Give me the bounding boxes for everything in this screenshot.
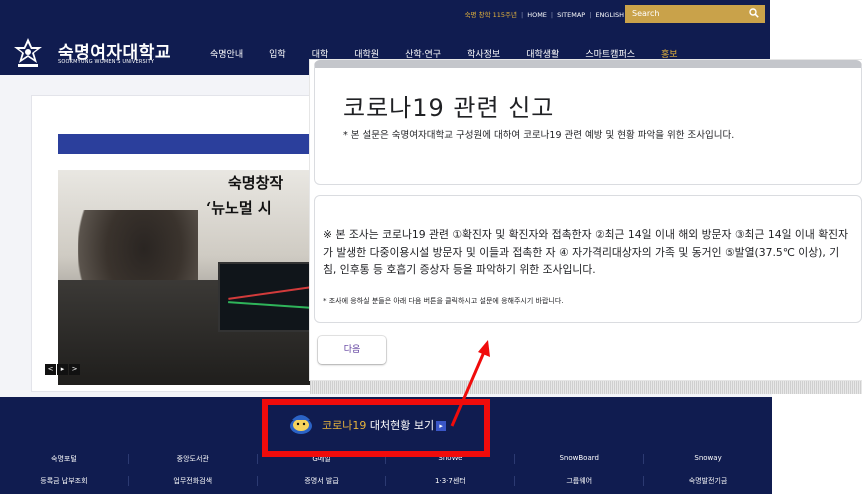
form-notice-card: ※ 본 조사는 코로나19 관련 ①확진자 및 확진자와 접촉한자 ②최근 14… [314, 195, 862, 323]
blank-area [770, 0, 862, 60]
search-icon[interactable] [749, 8, 759, 18]
highlight-box [262, 399, 490, 457]
nav-item-pr[interactable]: 홍보 [661, 47, 678, 60]
quick-link-snowboard[interactable]: SnowBoard [515, 454, 645, 464]
form-description: * 본 설문은 숙명여자대학교 구성원에 대하여 코로나19 관련 예방 및 현… [343, 130, 735, 141]
top-links: 숙명 창학 115주년 | HOME | SITEMAP | ENGLISH [464, 11, 624, 19]
quick-link-portal[interactable]: 숙명포털 [0, 454, 129, 464]
nav-item-about[interactable]: 숙명안내 [210, 47, 243, 60]
form-notice-text: ※ 본 조사는 코로나19 관련 ①확진자 및 확진자와 접촉한자 ②최근 14… [323, 228, 849, 276]
quick-link-137-center[interactable]: 1·3·7센터 [386, 476, 516, 486]
screen-root: 숙명 창학 115주년 | HOME | SITEMAP | ENGLISH Search … [0, 0, 862, 494]
hero-title: 숙명창작 [228, 174, 284, 192]
search-input[interactable]: Search [625, 5, 765, 23]
slider-next-button[interactable]: > [69, 364, 80, 375]
nav-item-graduate[interactable]: 대학원 [354, 47, 379, 60]
quick-link-certificate[interactable]: 증명서 발급 [258, 476, 387, 486]
anniversary-link[interactable]: 숙명 창학 115주년 [465, 11, 517, 19]
search-placeholder: Search [632, 9, 660, 18]
slider-controls: < ▸ > [45, 364, 80, 375]
sitemap-link[interactable]: SITEMAP [557, 11, 585, 19]
form-title: 코로나19 관련 신고 [343, 94, 555, 122]
survey-popup: 코로나19 관련 신고 * 본 설문은 숙명여자대학교 구성원에 대하여 코로나… [310, 60, 862, 380]
logo-emblem-icon[interactable] [11, 37, 45, 69]
main-menu: 숙명안내 입학 대학 대학원 산학·연구 학사정보 대학생활 스마트캠퍼스 홍보 [210, 47, 678, 60]
nav-item-campus-life[interactable]: 대학생활 [526, 47, 559, 60]
popup-bottom-edge [310, 380, 862, 394]
hero-band [58, 134, 318, 154]
quick-link-tuition[interactable]: 등록금 납부조회 [0, 476, 129, 486]
slider-prev-button[interactable]: < [45, 364, 56, 375]
nav-item-academic[interactable]: 학사정보 [467, 47, 500, 60]
top-utility-bar: 숙명 창학 115주년 | HOME | SITEMAP | ENGLISH Search [0, 0, 772, 30]
quick-link-development-fund[interactable]: 숙명발전기금 [644, 476, 772, 486]
next-button[interactable]: 다음 [318, 336, 386, 364]
play-icon[interactable]: ▸ [57, 364, 68, 375]
form-header-card: 코로나19 관련 신고 * 본 설문은 숙명여자대학교 구성원에 대하여 코로나… [314, 60, 862, 185]
nav-item-college[interactable]: 대학 [312, 47, 329, 60]
hero-subtitle: ‘뉴노멀 시 [206, 199, 272, 217]
english-link[interactable]: ENGLISH [595, 11, 624, 19]
nav-item-research[interactable]: 산학·연구 [405, 47, 441, 60]
home-link[interactable]: HOME [527, 11, 547, 19]
quick-link-library[interactable]: 중앙도서관 [129, 454, 258, 464]
logo-english-text: SOOKMYUNG WOMEN'S UNIVERSITY [58, 59, 155, 65]
hero-photo[interactable] [58, 170, 318, 385]
form-instruction-note: * 조사에 응하실 분들은 아래 다음 버튼을 클릭하시고 설문에 응해주시기 … [323, 297, 564, 305]
quick-link-snoway[interactable]: Snoway [644, 454, 772, 464]
quick-link-phone-search[interactable]: 업무전화검색 [129, 476, 258, 486]
nav-item-admission[interactable]: 입학 [269, 47, 286, 60]
hero-screen-image [218, 262, 318, 332]
quick-link-groupware[interactable]: 그룹웨어 [515, 476, 645, 486]
nav-item-smart-campus[interactable]: 스마트캠퍼스 [585, 47, 635, 60]
quick-links-row-2: 등록금 납부조회 업무전화검색 증명서 발급 1·3·7센터 그룹웨어 숙명발전… [0, 476, 772, 486]
